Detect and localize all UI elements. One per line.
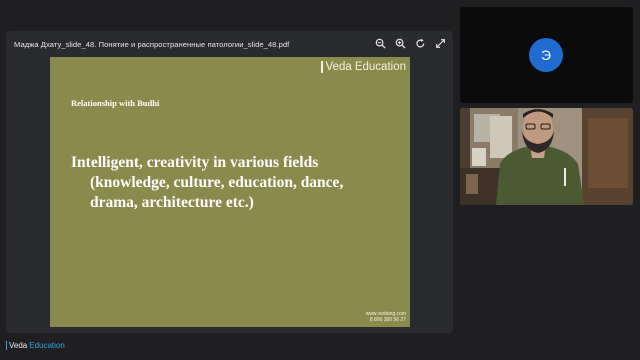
slide-body-line: (knowledge, culture, education, dance, (90, 174, 344, 191)
footer-brand-word1: Veda (9, 341, 28, 350)
footer-brand-logo: Veda Education (6, 341, 65, 350)
viewer-tools (373, 36, 447, 50)
avatar: Э (529, 38, 563, 72)
slide-footer-phone: 8 800 300 56 27 (369, 317, 406, 323)
footer-brand-word2: Education (29, 341, 65, 350)
slide-footer: www.vedaing.com 8 800 300 56 27 (366, 311, 406, 323)
zoom-in-icon[interactable] (393, 36, 407, 50)
zoom-out-icon[interactable] (373, 36, 387, 50)
participant-tile-avatar[interactable]: Э (460, 7, 633, 103)
slide-brand-word1: Veda (325, 61, 352, 73)
presentation-slide: Veda Education Relationship with Budhi In… (50, 57, 410, 327)
slide-brand-logo: Veda Education (321, 61, 406, 73)
pdf-viewer-panel: Маджа Дхату_slide_48. Понятие и распрост… (6, 31, 453, 333)
slide-body: Intelligent, creativity in various field… (71, 153, 401, 213)
fullscreen-icon[interactable] (433, 36, 447, 50)
slide-heading: Relationship with Budhi (71, 98, 160, 108)
file-title: Маджа Дхату_slide_48. Понятие и распрост… (14, 39, 290, 49)
rotate-icon[interactable] (413, 36, 427, 50)
slide-body-line: Intelligent, creativity in various field… (71, 154, 319, 171)
participant-video-feed (460, 108, 633, 205)
brand-bar-icon (321, 61, 323, 73)
meeting-stage: Маджа Дхату_slide_48. Понятие и распрост… (0, 0, 640, 360)
viewer-toolbar: Маджа Дхату_slide_48. Понятие и распрост… (6, 31, 453, 57)
slide-brand-word2: Education (354, 61, 406, 73)
slide-body-line: drama, architecture etc.) (90, 194, 254, 211)
brand-bar-icon (6, 341, 7, 350)
participant-tile-video[interactable] (460, 108, 633, 205)
